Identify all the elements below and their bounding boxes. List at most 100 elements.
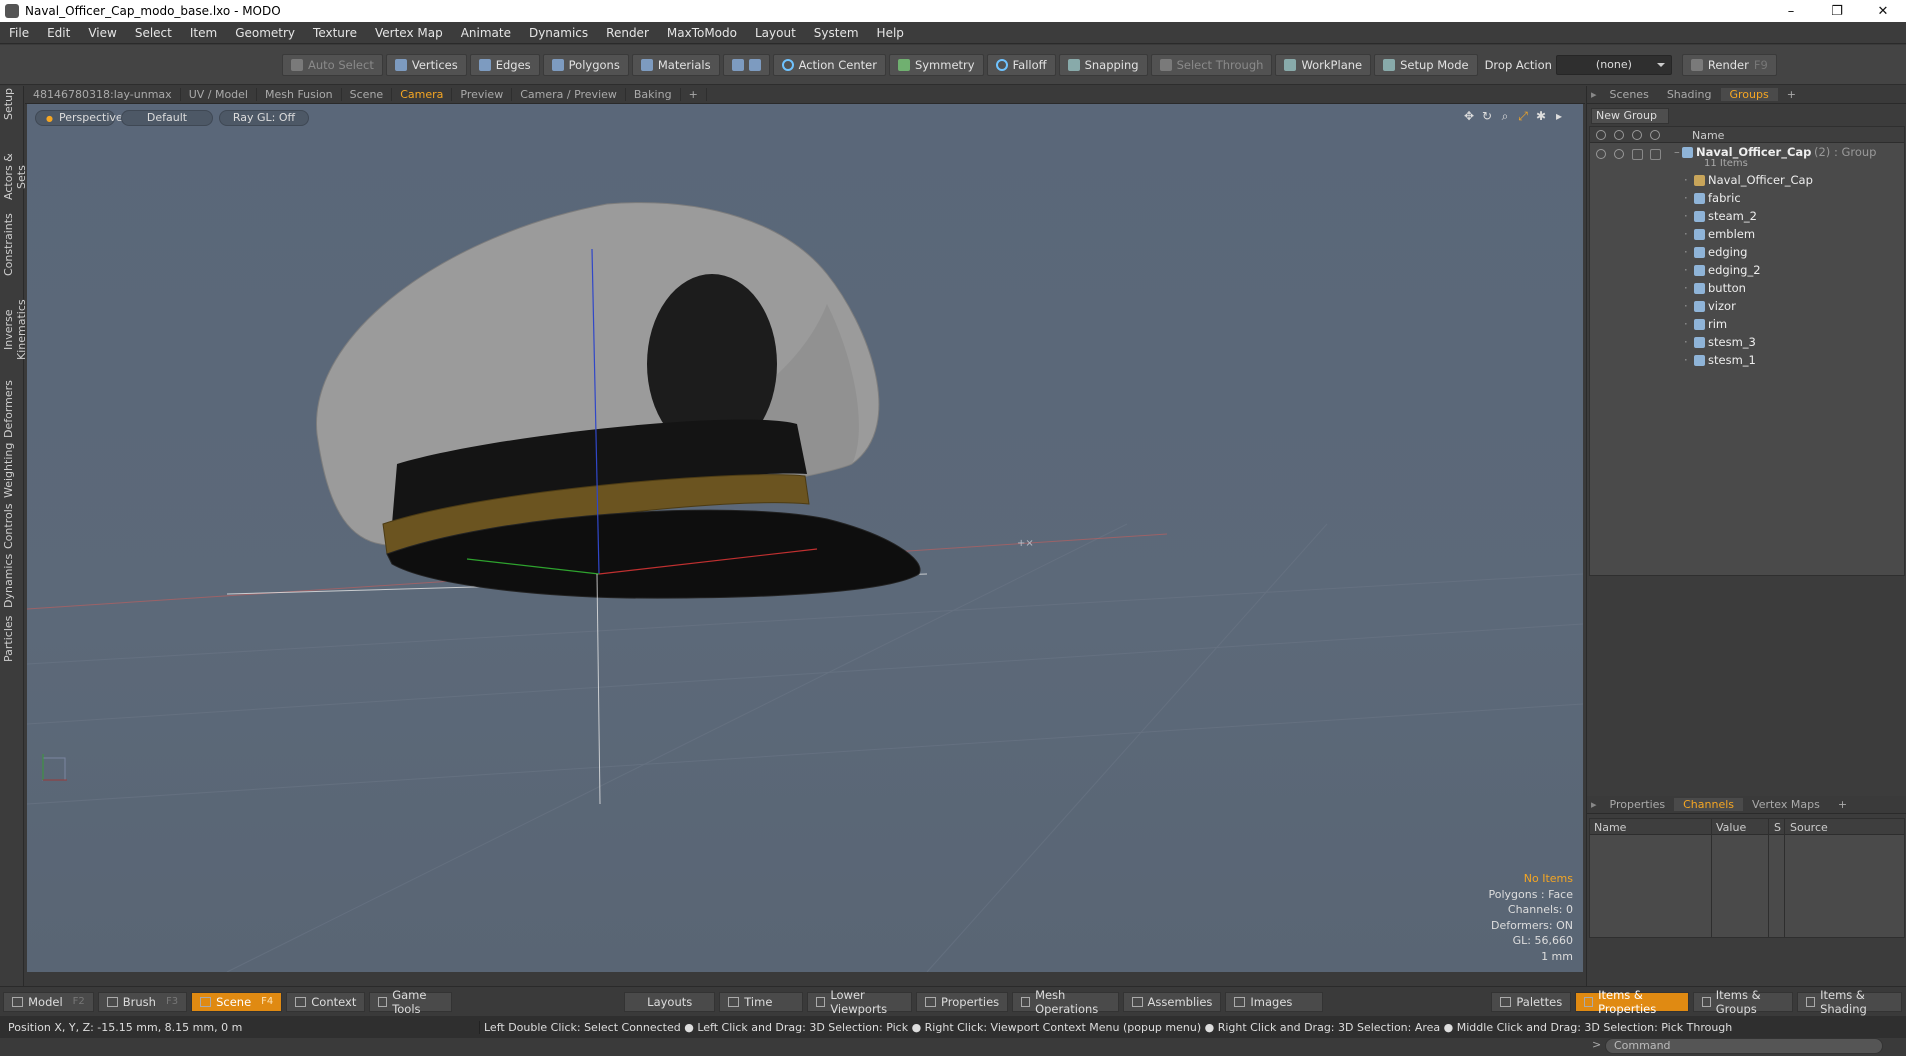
collapse-icon[interactable]: – <box>1674 143 1680 161</box>
tree-item[interactable]: · edging_2 <box>1590 261 1904 279</box>
minimize-button[interactable]: – <box>1768 4 1814 19</box>
menu-help[interactable]: Help <box>868 26 913 40</box>
game-tools-tab[interactable]: Game Tools <box>369 988 452 1016</box>
tab-properties[interactable]: Properties <box>1601 798 1675 811</box>
tab-shading[interactable]: Shading <box>1658 88 1721 101</box>
tree-item[interactable]: · button <box>1590 279 1904 297</box>
menu-vertex-map[interactable]: Vertex Map <box>366 26 452 40</box>
tree-item[interactable]: · vizor <box>1590 297 1904 315</box>
visibility-toggle[interactable] <box>1596 149 1606 159</box>
rotate-icon[interactable]: ↻ <box>1481 110 1493 122</box>
perspective-dropdown[interactable]: ● Perspective <box>35 110 123 126</box>
3d-viewport[interactable]: +× ● Perspective Default Ray GL: Off ✥ ↻ … <box>27 104 1583 972</box>
viewport-settings-icon[interactable]: ✱ <box>1535 110 1547 122</box>
tab-dynamics[interactable]: Dynamics <box>2 554 22 608</box>
tree-item[interactable]: · rim <box>1590 315 1904 333</box>
shading-dropdown[interactable]: Default <box>121 110 213 126</box>
layouts-button[interactable]: Layouts <box>624 991 716 1012</box>
vp-tab-add[interactable]: + <box>681 88 707 101</box>
falloff-button[interactable]: Falloff <box>986 53 1056 76</box>
tab-controls[interactable]: Controls <box>2 502 22 550</box>
tab-weighting[interactable]: Weighting <box>2 443 22 498</box>
mesh-operations-button[interactable]: Mesh Operations <box>1012 988 1119 1016</box>
model-tab[interactable]: Model F2 <box>3 991 94 1012</box>
context-tab[interactable]: Context <box>286 991 366 1012</box>
command-input[interactable]: Command <box>1605 1038 1883 1054</box>
tab-groups[interactable]: Groups <box>1720 88 1778 101</box>
menu-system[interactable]: System <box>805 26 868 40</box>
panel-menu-icon[interactable]: ▸ <box>1587 798 1601 811</box>
expand-arrow-icon[interactable]: ▸ <box>1553 110 1565 122</box>
menu-select[interactable]: Select <box>126 26 181 40</box>
setup-mode-button[interactable]: Setup Mode <box>1374 53 1478 76</box>
vp-tab-camera-preview[interactable]: Camera / Preview <box>512 88 626 101</box>
auto-select-button[interactable]: Auto Select <box>282 53 383 76</box>
assemblies-button[interactable]: Assemblies <box>1122 991 1222 1012</box>
select-checkbox[interactable] <box>1650 149 1661 160</box>
vp-tab-scene[interactable]: Scene <box>342 88 393 101</box>
items-properties-tab[interactable]: Items & Properties <box>1575 988 1689 1016</box>
menu-file[interactable]: File <box>0 26 38 40</box>
polygons-button[interactable]: Polygons <box>542 53 629 76</box>
brush-tab[interactable]: Brush F3 <box>97 991 188 1012</box>
tree-item[interactable]: · stesm_1 <box>1590 351 1904 369</box>
items-shading-tab[interactable]: Items & Shading <box>1797 988 1902 1016</box>
zoom-icon[interactable]: ⌕ <box>1499 110 1511 122</box>
tree-item[interactable]: · stesm_3 <box>1590 333 1904 351</box>
close-button[interactable]: ✕ <box>1860 4 1906 19</box>
symmetry-button[interactable]: Symmetry <box>888 53 984 76</box>
scene-tab[interactable]: Scene F4 <box>191 991 283 1012</box>
lock-checkbox[interactable] <box>1632 149 1643 160</box>
menu-view[interactable]: View <box>79 26 125 40</box>
tab-scenes[interactable]: Scenes <box>1601 88 1658 101</box>
raygl-toggle[interactable]: Ray GL: Off <box>219 110 309 126</box>
tab-channels[interactable]: Channels <box>1674 798 1744 811</box>
tab-setup[interactable]: Setup <box>2 88 22 120</box>
vp-tab-uv-model[interactable]: UV / Model <box>181 88 257 101</box>
group-root-row[interactable]: – Naval_Officer_Cap (2) : Group 11 Items <box>1590 143 1904 169</box>
images-button[interactable]: Images <box>1225 991 1324 1012</box>
workplane-button[interactable]: WorkPlane <box>1275 53 1372 76</box>
tab-add[interactable]: + <box>1829 798 1856 811</box>
menu-animate[interactable]: Animate <box>452 26 520 40</box>
tab-vertex-maps[interactable]: Vertex Maps <box>1743 798 1829 811</box>
restore-button[interactable]: ❐ <box>1814 4 1860 19</box>
snapping-button[interactable]: Snapping <box>1058 53 1148 76</box>
palettes-button[interactable]: Palettes <box>1491 991 1572 1012</box>
vp-tab-camera[interactable]: Camera <box>392 88 453 101</box>
select-through-button[interactable]: Select Through <box>1150 53 1273 76</box>
vp-tab-mesh-fusion[interactable]: Mesh Fusion <box>257 88 342 101</box>
menu-render[interactable]: Render <box>597 26 658 40</box>
time-button[interactable]: Time <box>719 991 804 1012</box>
menu-texture[interactable]: Texture <box>304 26 366 40</box>
items-groups-tab[interactable]: Items & Groups <box>1692 988 1794 1016</box>
tab-inverse-kinematics[interactable]: Inverse Kinematics <box>2 282 28 378</box>
panel-menu-icon[interactable]: ▸ <box>1587 88 1601 101</box>
menu-layout[interactable]: Layout <box>746 26 805 40</box>
render-toggle[interactable] <box>1614 149 1624 159</box>
vp-tab-layout[interactable]: 48146780318:lay-unmax <box>25 88 181 101</box>
tab-deformers[interactable]: Deformers <box>2 380 22 438</box>
lower-viewports-button[interactable]: Lower Viewports <box>807 988 913 1016</box>
vertices-button[interactable]: Vertices <box>385 53 467 76</box>
new-group-button[interactable]: New Group <box>1591 108 1669 124</box>
pan-icon[interactable]: ✥ <box>1463 110 1475 122</box>
fit-icon[interactable]: ⤢ <box>1517 110 1529 122</box>
menu-dynamics[interactable]: Dynamics <box>520 26 597 40</box>
menu-edit[interactable]: Edit <box>38 26 79 40</box>
tree-item[interactable]: · edging <box>1590 243 1904 261</box>
tree-item[interactable]: · fabric <box>1590 189 1904 207</box>
vp-tab-preview[interactable]: Preview <box>452 88 513 101</box>
drop-action-select[interactable]: (none) <box>1555 54 1672 75</box>
tab-particles[interactable]: Particles <box>2 614 22 664</box>
render-button[interactable]: Render F9 <box>1681 53 1777 76</box>
tab-add[interactable]: + <box>1778 88 1805 101</box>
edges-button[interactable]: Edges <box>469 53 540 76</box>
vp-tab-baking[interactable]: Baking <box>626 88 681 101</box>
materials-button[interactable]: Materials <box>631 53 720 76</box>
tree-item[interactable]: · Naval_Officer_Cap <box>1590 171 1904 189</box>
properties-button[interactable]: Properties <box>916 991 1009 1012</box>
menu-maxtomodo[interactable]: MaxToModo <box>658 26 746 40</box>
tab-constraints[interactable]: Constraints <box>2 213 22 276</box>
shield-toggle-button[interactable] <box>722 53 770 76</box>
